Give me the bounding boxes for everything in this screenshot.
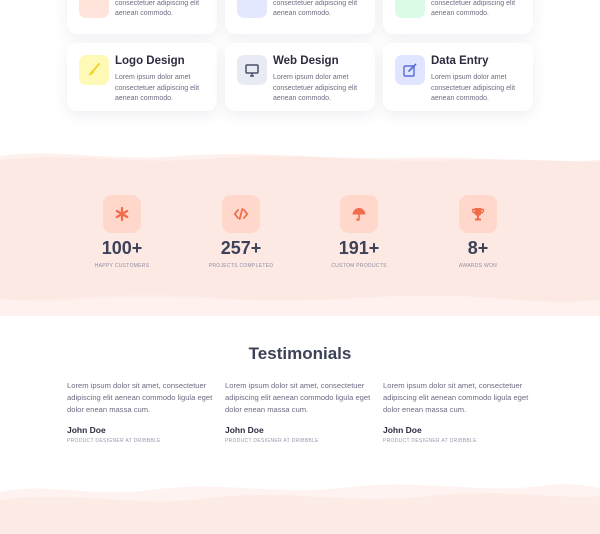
- testimonial-card: Lorem ipsum dolor sit amet, consectetuer…: [67, 380, 219, 444]
- stat-projects-completed: 257+ PROJECTS COMPLETED: [181, 195, 301, 269]
- edit-icon: [395, 55, 425, 85]
- testimonial-card: Lorem ipsum dolor sit amet, consectetuer…: [383, 380, 535, 444]
- testimonial-card: Lorem ipsum dolor sit amet, consectetuer…: [225, 380, 377, 444]
- service-title: Data Entry: [431, 55, 489, 67]
- stat-custom-products: 191+ CUSTOM PRODUCTS: [299, 195, 419, 269]
- testimonial-quote: Lorem ipsum dolor sit amet, consectetuer…: [67, 381, 213, 414]
- testimonial-quote: Lorem ipsum dolor sit amet, consectetuer…: [225, 381, 371, 414]
- footer-background-wave: [0, 484, 600, 534]
- service-description: Lorem ipsum dolor amet consectetuer adip…: [273, 74, 358, 102]
- service-description: Lorem ipsum dolor amet consectetuer adip…: [431, 0, 516, 17]
- service-card: Lorem ipsum dolor amet consectetuer adip…: [67, 0, 217, 34]
- stat-value: 8+: [467, 238, 489, 258]
- section-title: Testimonials: [248, 344, 352, 363]
- code-icon: [222, 195, 260, 233]
- stat-label: PROJECTS COMPLETED: [208, 263, 274, 269]
- stat-label: AWARDS WON: [458, 263, 498, 269]
- service-description: Lorem ipsum dolor amet consectetuer adip…: [273, 0, 358, 17]
- trophy-icon: [459, 195, 497, 233]
- stat-label: CUSTOM PRODUCTS: [331, 263, 387, 269]
- service-card: Lorem ipsum dolor amet consectetuer adip…: [383, 0, 533, 34]
- stat-label: HAPPY CUSTOMERS: [94, 263, 150, 269]
- service-title: Logo Design: [115, 55, 185, 67]
- testimonial-role: PRODUCT DESIGNER AT DRIBBBLE: [383, 438, 477, 444]
- service-description: Lorem ipsum dolor amet consectetuer adip…: [115, 74, 200, 102]
- service-icon-box: [237, 0, 267, 18]
- brush-icon: [79, 55, 109, 85]
- testimonial-name: John Doe: [67, 425, 106, 435]
- testimonial-name: John Doe: [225, 425, 264, 435]
- stat-awards-won: 8+ AWARDS WON: [418, 195, 538, 269]
- stat-value: 191+: [338, 238, 380, 258]
- service-card-data-entry[interactable]: Data Entry Lorem ipsum dolor amet consec…: [383, 43, 533, 111]
- stat-value: 257+: [220, 238, 262, 258]
- service-title: Web Design: [273, 55, 339, 67]
- umbrella-icon: [340, 195, 378, 233]
- service-icon-box: [395, 0, 425, 18]
- testimonial-role: PRODUCT DESIGNER AT DRIBBBLE: [67, 438, 161, 444]
- service-description: Lorem ipsum dolor amet consectetuer adip…: [431, 74, 516, 102]
- testimonial-name: John Doe: [383, 425, 422, 435]
- testimonial-quote: Lorem ipsum dolor sit amet, consectetuer…: [383, 381, 529, 414]
- monitor-icon: [237, 55, 267, 85]
- asterisk-icon: [103, 195, 141, 233]
- testimonial-role: PRODUCT DESIGNER AT DRIBBBLE: [225, 438, 319, 444]
- service-card-web-design[interactable]: Web Design Lorem ipsum dolor amet consec…: [225, 43, 375, 111]
- service-card-logo-design[interactable]: Logo Design Lorem ipsum dolor amet conse…: [67, 43, 217, 111]
- service-card: Lorem ipsum dolor amet consectetuer adip…: [225, 0, 375, 34]
- stat-happy-customers: 100+ HAPPY CUSTOMERS: [62, 195, 182, 269]
- service-icon-box: [79, 0, 109, 18]
- service-description: Lorem ipsum dolor amet consectetuer adip…: [115, 0, 200, 17]
- stat-value: 100+: [101, 238, 143, 258]
